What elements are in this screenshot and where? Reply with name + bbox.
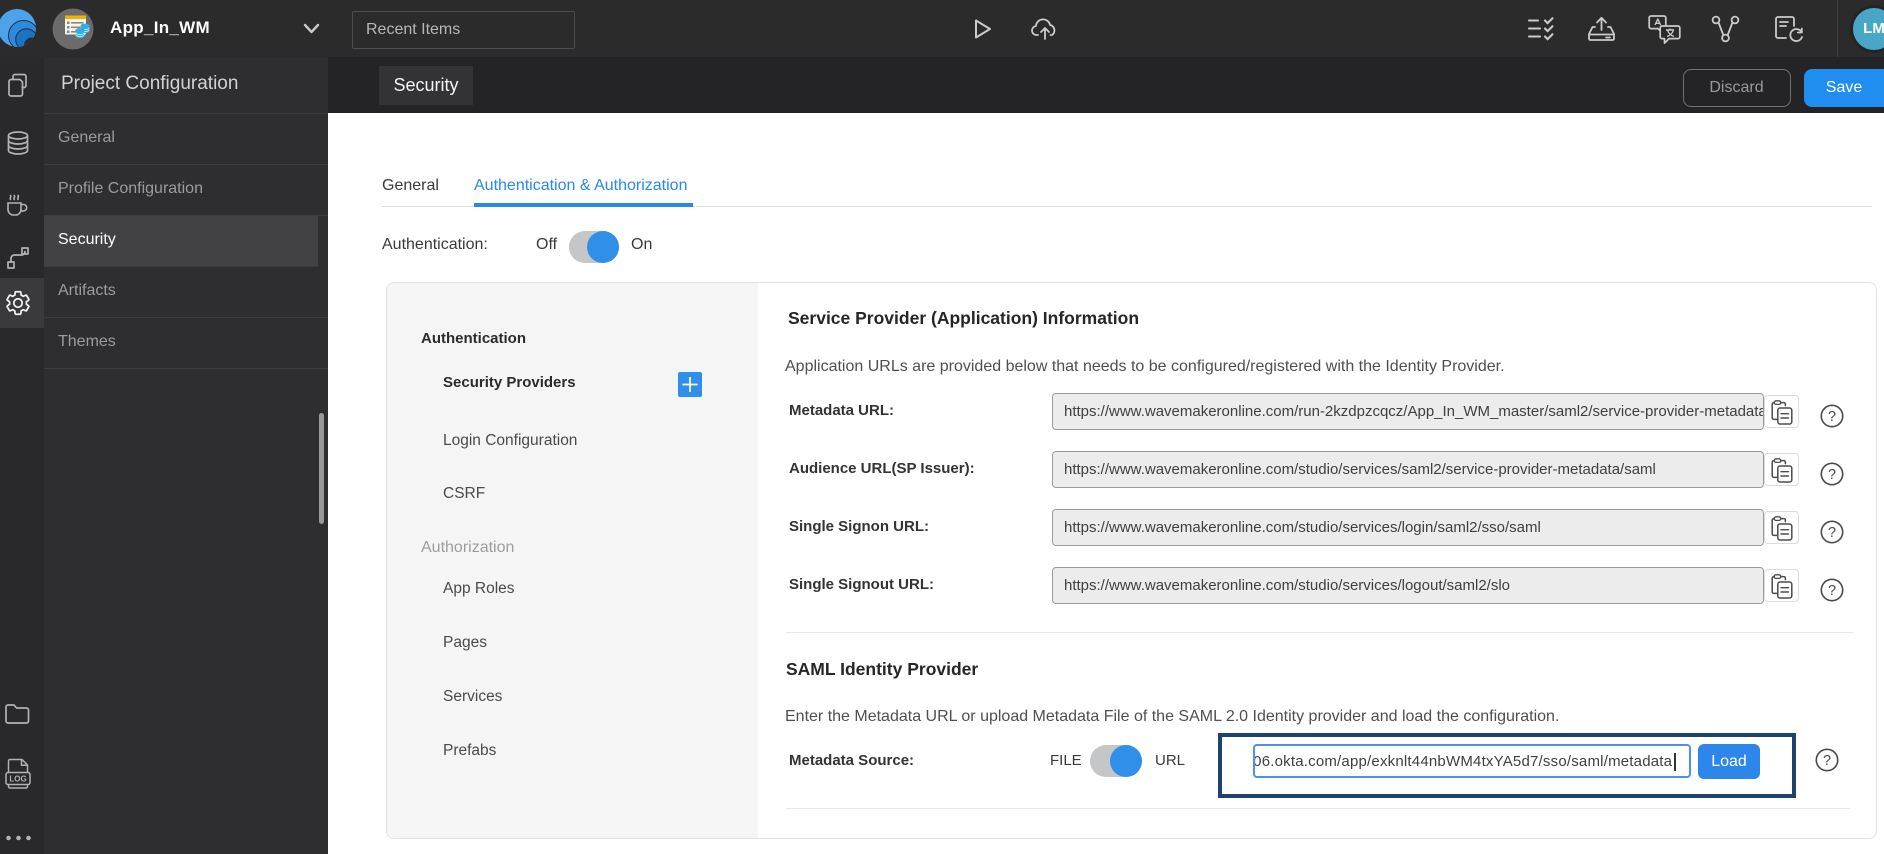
svg-text:LOG: LOG <box>9 775 26 784</box>
